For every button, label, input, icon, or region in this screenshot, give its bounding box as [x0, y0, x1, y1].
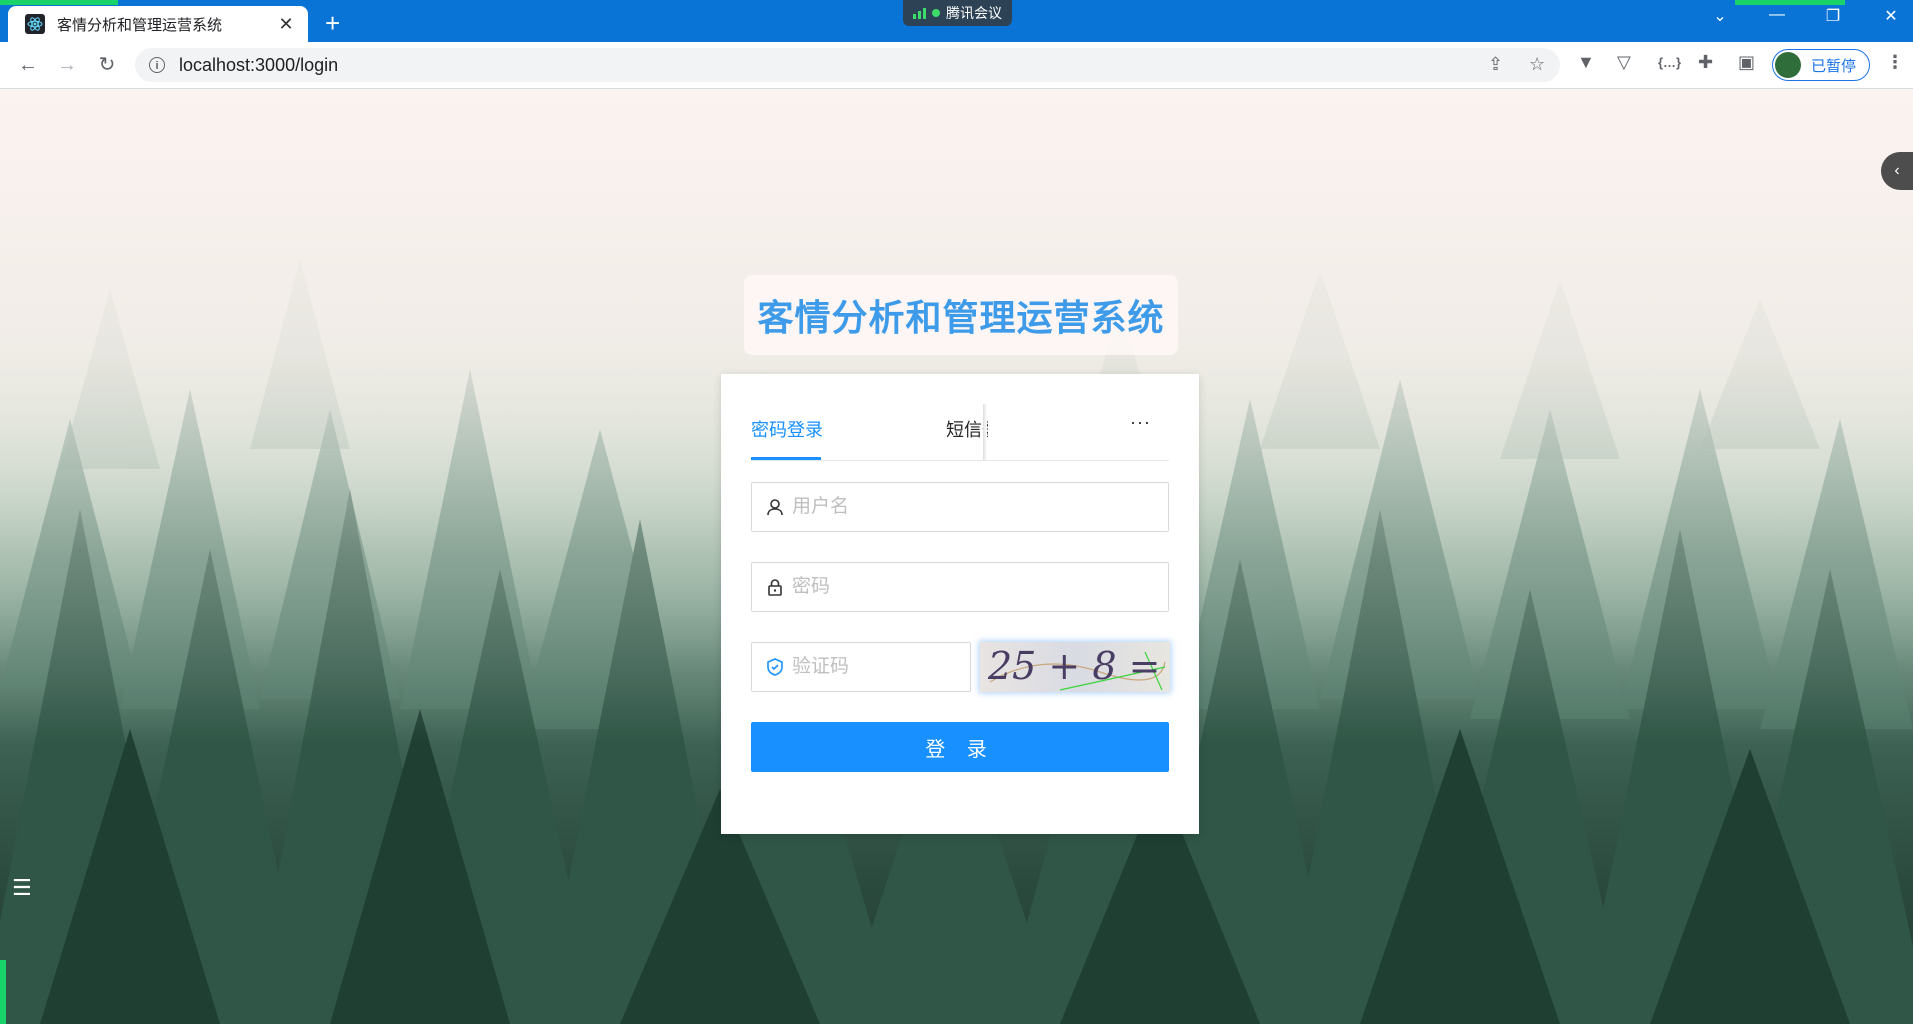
- profile-status-label: 已暂停: [1811, 57, 1857, 75]
- restore-button[interactable]: ❐: [1818, 6, 1848, 26]
- minimize-button[interactable]: —: [1762, 6, 1792, 24]
- signal-icon: [913, 7, 926, 19]
- login-tabs: 密码登录 短信登录 ···: [751, 404, 1169, 461]
- meeting-label: 腾讯会议: [946, 5, 1002, 21]
- page-title: 客情分析和管理运营系统: [757, 297, 1165, 338]
- tab-accent-bar: [0, 0, 118, 5]
- browser-titlebar: 客情分析和管理运营系统 ✕ + 腾讯会议 ⌄ — ❐ ✕: [0, 0, 1913, 42]
- vue-devtools-2-icon[interactable]: ▽: [1617, 52, 1631, 73]
- tab-overflow-shadow: [983, 404, 987, 460]
- profile-button[interactable]: 已暂停: [1772, 49, 1870, 81]
- avatar: [1775, 52, 1801, 78]
- address-bar[interactable]: i localhost:3000/login ⇪ ☆: [135, 48, 1560, 82]
- close-icon[interactable]: ✕: [276, 14, 296, 35]
- password-input[interactable]: [790, 575, 1168, 599]
- side-panel-icon[interactable]: ▣: [1738, 52, 1755, 73]
- tab-password-login[interactable]: 密码登录: [751, 416, 823, 442]
- react-icon: [25, 14, 45, 34]
- meeting-indicator[interactable]: 腾讯会议: [903, 0, 1012, 26]
- username-input[interactable]: [790, 495, 1168, 519]
- username-field[interactable]: [751, 482, 1169, 532]
- bottom-accent-strip: [0, 960, 6, 1024]
- status-dot-icon: [932, 9, 940, 17]
- reload-icon[interactable]: ↻: [94, 52, 120, 78]
- kebab-menu-icon[interactable]: ⋮: [1886, 52, 1904, 73]
- shield-icon: [766, 658, 784, 676]
- password-field[interactable]: [751, 562, 1169, 612]
- login-card: 密码登录 短信登录 ···: [721, 374, 1199, 834]
- extensions-puzzle-icon[interactable]: ✚: [1698, 52, 1713, 73]
- tab-more-button[interactable]: ···: [1130, 412, 1151, 433]
- title-banner: 客情分析和管理运营系统: [744, 275, 1178, 355]
- new-tab-button[interactable]: +: [325, 8, 340, 39]
- captcha-field[interactable]: [751, 642, 1039, 692]
- tab-search-chevron-icon[interactable]: ⌄: [1705, 6, 1735, 26]
- back-arrow-icon[interactable]: ←: [15, 52, 41, 78]
- share-icon[interactable]: ⇪: [1488, 54, 1503, 75]
- bookmark-star-icon[interactable]: ☆: [1529, 54, 1545, 75]
- browser-tab[interactable]: 客情分析和管理运营系统 ✕: [8, 6, 308, 42]
- tab-sms-login[interactable]: 短信登录: [946, 416, 988, 442]
- login-button[interactable]: 登 录: [751, 722, 1169, 772]
- vue-devtools-icon[interactable]: ▼: [1577, 52, 1595, 73]
- side-drawer-handle[interactable]: ‹: [1881, 152, 1913, 190]
- captcha-image[interactable]: 25 + 8 =: [980, 642, 1170, 692]
- close-window-button[interactable]: ✕: [1876, 6, 1906, 26]
- list-menu-icon[interactable]: ☰: [12, 875, 32, 901]
- window-accent-bar: [1735, 0, 1845, 5]
- url-text: localhost:3000/login: [179, 54, 339, 75]
- user-icon: [766, 498, 784, 516]
- captcha-expression: 25 + 8 =: [988, 644, 1161, 688]
- active-tab-indicator: [751, 457, 821, 460]
- login-page: ‹ ☰ 客情分析和管理运营系统 密码登录 短信登录 ···: [0, 89, 1913, 1024]
- tab-title: 客情分析和管理运营系统: [57, 16, 223, 34]
- lock-icon: [766, 578, 784, 596]
- site-info-icon[interactable]: i: [149, 57, 165, 73]
- forward-arrow-icon[interactable]: →: [54, 52, 80, 78]
- json-extension-icon[interactable]: {…}: [1658, 55, 1681, 70]
